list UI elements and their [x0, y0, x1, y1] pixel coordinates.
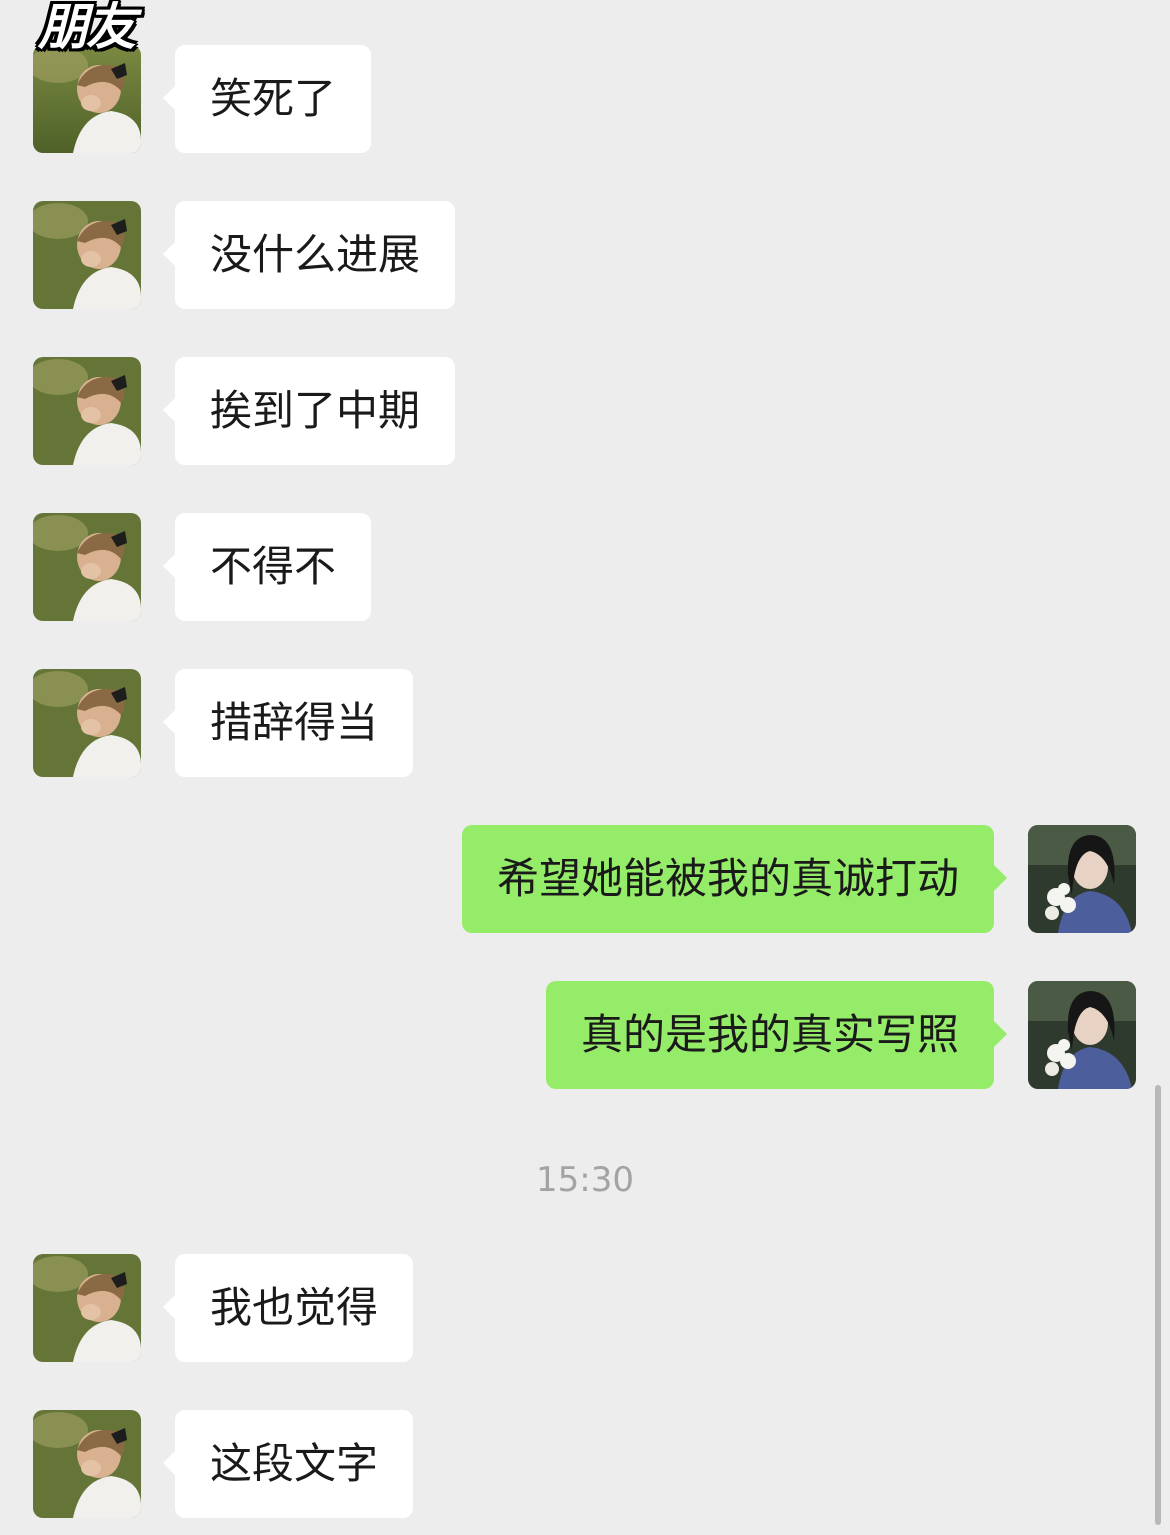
chat-timestamp: 15:30	[536, 1160, 634, 1200]
message-bubble-text[interactable]: 笑死了	[175, 45, 372, 153]
friend-avatar[interactable]	[33, 1254, 141, 1362]
friend-avatar-photo-icon	[33, 1254, 141, 1362]
friend-avatar-photo-icon	[33, 513, 141, 621]
message-bubble-text[interactable]: 这段文字	[175, 1410, 414, 1518]
message-bubble-text[interactable]: 措辞得当	[175, 669, 414, 777]
friend-avatar-photo-icon	[33, 357, 141, 465]
overlay-title-label: 朋友	[37, 0, 137, 56]
friend-avatar[interactable]	[33, 357, 141, 465]
chat-message-incoming: 措辞得当	[0, 669, 1170, 779]
friend-avatar[interactable]	[33, 201, 141, 309]
self-avatar[interactable]	[1028, 825, 1136, 933]
chat-message-outgoing: 真的是我的真实写照	[0, 981, 1170, 1091]
bubble-tail	[994, 865, 1007, 891]
friend-avatar[interactable]	[33, 1410, 141, 1518]
bubble-tail	[994, 1021, 1007, 1047]
self-avatar[interactable]	[1028, 981, 1136, 1089]
message-bubble-text[interactable]: 没什么进展	[175, 201, 456, 309]
chat-message-incoming: 我也觉得	[0, 1254, 1170, 1364]
chat-message-incoming: 没什么进展	[0, 201, 1170, 311]
chat-message-incoming: 笑死了	[0, 45, 1170, 155]
chat-message-incoming: 挨到了中期	[0, 357, 1170, 467]
friend-avatar-photo-icon	[33, 669, 141, 777]
message-bubble-text[interactable]: 希望她能被我的真诚打动	[461, 825, 994, 933]
friend-avatar-photo-icon	[33, 1410, 141, 1518]
chat-message-outgoing: 希望她能被我的真诚打动	[0, 825, 1170, 935]
message-bubble-text[interactable]: 我也觉得	[175, 1254, 414, 1362]
scrollbar[interactable]	[1155, 1085, 1161, 1525]
message-bubble-text[interactable]: 真的是我的真实写照	[545, 981, 994, 1089]
chat-message-incoming: 这段文字	[0, 1410, 1170, 1520]
message-bubble-text[interactable]: 不得不	[175, 513, 372, 621]
friend-avatar[interactable]	[33, 513, 141, 621]
self-avatar-photo-icon	[1028, 981, 1136, 1089]
friend-avatar-photo-icon	[33, 45, 141, 153]
friend-avatar[interactable]	[33, 669, 141, 777]
chat-message-incoming: 不得不	[0, 513, 1170, 623]
self-avatar-photo-icon	[1028, 825, 1136, 933]
friend-avatar-photo-icon	[33, 201, 141, 309]
message-bubble-text[interactable]: 挨到了中期	[175, 357, 456, 465]
friend-avatar[interactable]	[33, 45, 141, 153]
